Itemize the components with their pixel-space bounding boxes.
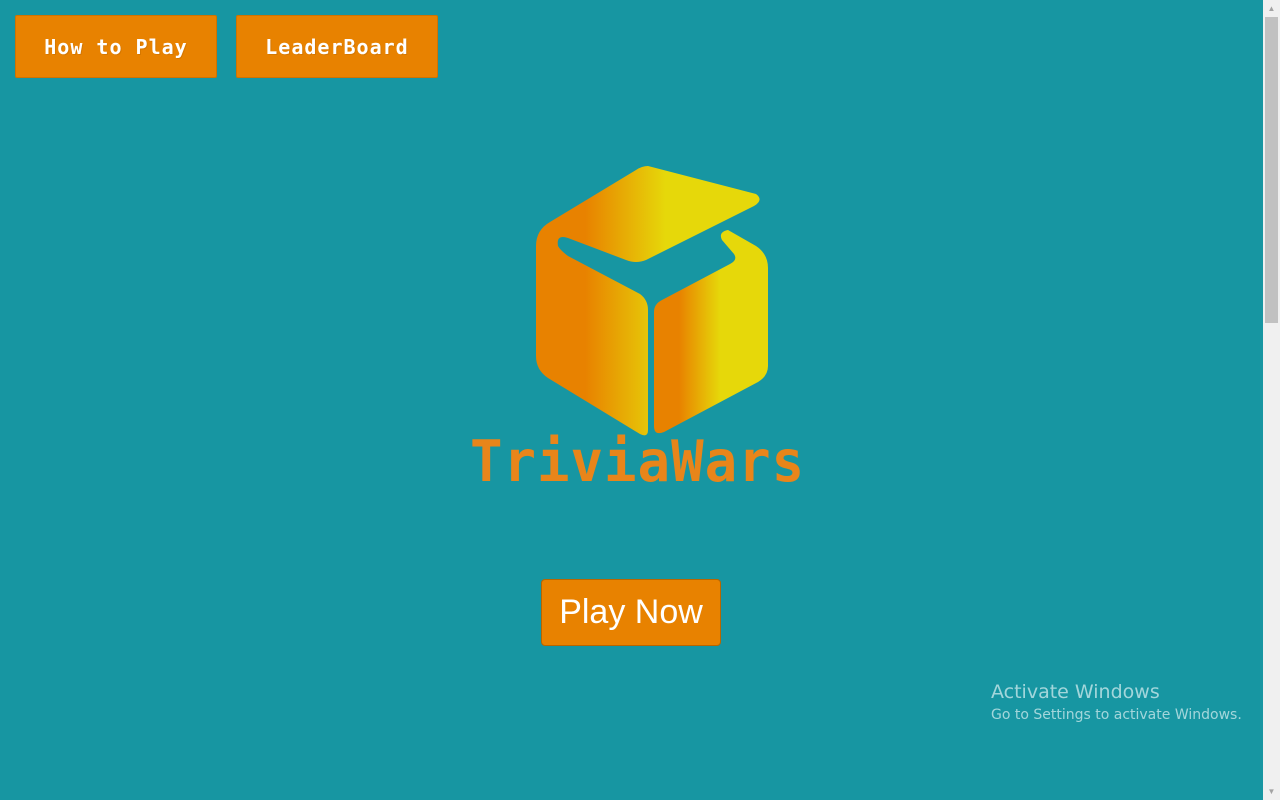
main-page: How to Play LeaderBoard TriviaWars Play …: [0, 0, 1263, 800]
vertical-scrollbar[interactable]: ▲ ▼: [1263, 0, 1280, 800]
leaderboard-button[interactable]: LeaderBoard: [236, 15, 438, 78]
watermark-title: Activate Windows: [991, 681, 1160, 703]
cube-logo-icon: [536, 166, 768, 436]
trivia-wars-logo: TriviaWars: [470, 160, 806, 500]
scroll-down-arrow-icon[interactable]: ▼: [1263, 783, 1280, 800]
watermark-subtitle: Go to Settings to activate Windows.: [991, 707, 1242, 723]
how-to-play-button[interactable]: How to Play: [15, 15, 217, 78]
play-now-button[interactable]: Play Now: [541, 579, 721, 646]
scroll-up-arrow-icon[interactable]: ▲: [1263, 0, 1280, 17]
logo-text: TriviaWars: [470, 428, 806, 495]
windows-activation-watermark: Activate Windows Go to Settings to activ…: [991, 681, 1242, 725]
scrollbar-thumb[interactable]: [1265, 17, 1278, 323]
